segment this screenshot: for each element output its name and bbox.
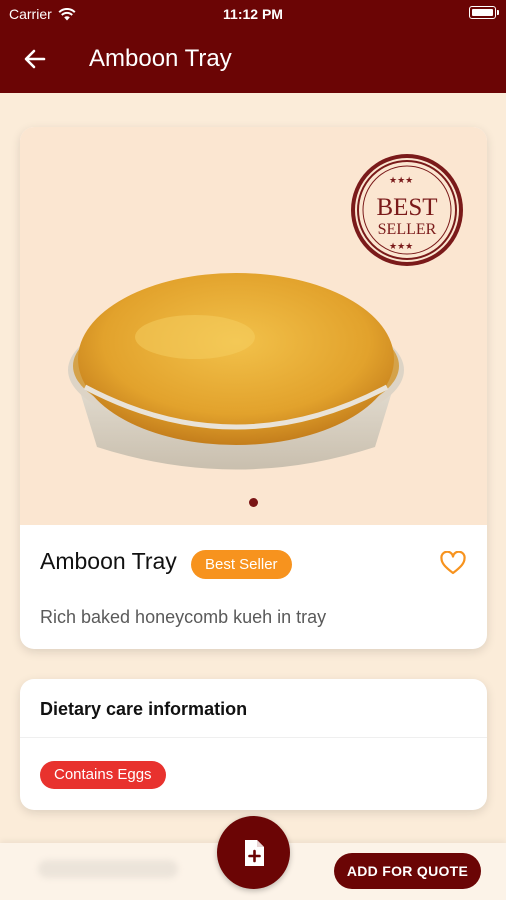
product-card: ★★★ BEST SELLER ★★★ Amboon Tray Best Sel… bbox=[20, 127, 487, 649]
favorite-button[interactable] bbox=[440, 550, 466, 575]
best-seller-seal: ★★★ BEST SELLER ★★★ bbox=[351, 154, 463, 266]
dietary-card: Dietary care information Contains Eggs bbox=[20, 679, 487, 810]
product-image-carousel[interactable]: ★★★ BEST SELLER ★★★ bbox=[20, 127, 487, 525]
product-description: Rich baked honeycomb kueh in tray bbox=[40, 607, 327, 627]
blurred-content bbox=[38, 860, 178, 878]
clock: 11:12 PM bbox=[223, 6, 283, 22]
amboon-tray-photo bbox=[68, 273, 404, 470]
svg-text:★★★: ★★★ bbox=[389, 176, 413, 186]
seal-text-bottom: SELLER bbox=[378, 221, 437, 238]
dietary-title: Dietary care information bbox=[40, 699, 248, 719]
battery-icon bbox=[469, 6, 499, 19]
arrow-left-icon bbox=[24, 49, 46, 69]
svg-text:★★★: ★★★ bbox=[389, 242, 413, 252]
seal-text-top: BEST bbox=[376, 194, 437, 221]
best-seller-badge: Best Seller bbox=[191, 550, 292, 579]
product-name: Amboon Tray bbox=[40, 548, 177, 574]
page-title: Amboon Tray bbox=[89, 45, 232, 72]
divider bbox=[20, 737, 487, 738]
allergen-tag: Contains Eggs bbox=[40, 761, 166, 789]
carousel-indicator[interactable] bbox=[249, 498, 258, 507]
add-for-quote-button[interactable]: ADD FOR QUOTE bbox=[334, 853, 481, 889]
add-document-button[interactable] bbox=[217, 816, 290, 889]
app-bar: Carrier 11:12 PM Amboon Tray bbox=[0, 0, 506, 93]
back-button[interactable] bbox=[20, 44, 50, 74]
heart-outline-icon bbox=[440, 550, 466, 575]
status-bar: Carrier 11:12 PM bbox=[0, 0, 506, 28]
add-document-icon bbox=[244, 839, 264, 866]
